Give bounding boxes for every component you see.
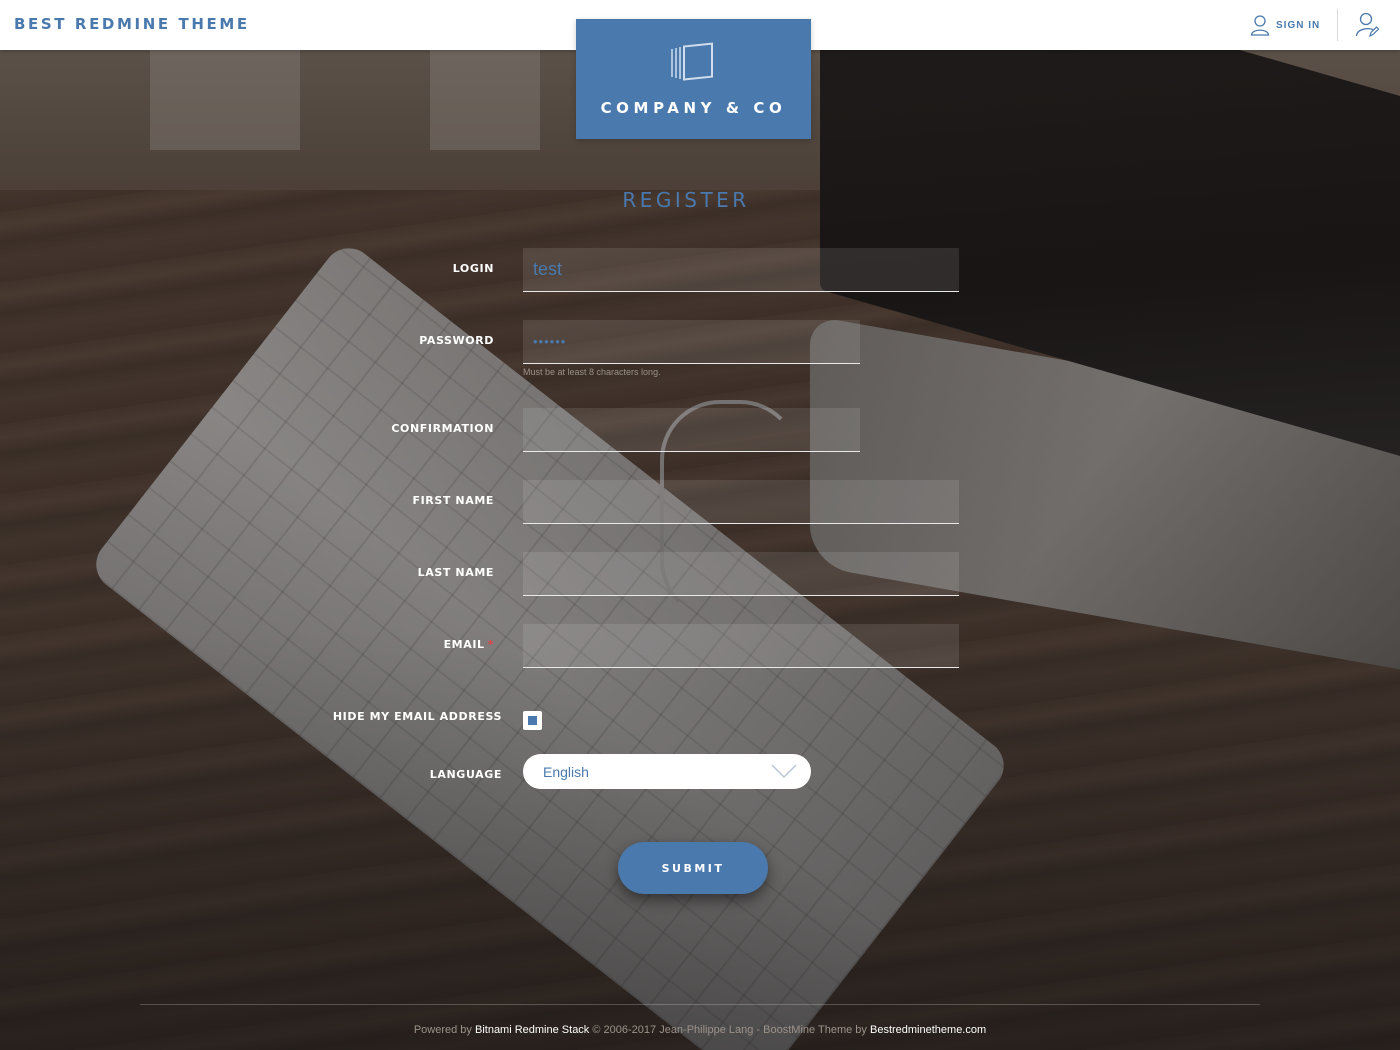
hide-email-checkbox[interactable]	[523, 711, 542, 730]
header-divider	[1337, 9, 1338, 41]
chevron-down-icon	[771, 764, 797, 779]
logo-mark-icon	[671, 42, 713, 81]
footer-theme-text: BoostMine Theme by	[763, 1024, 867, 1036]
email-input[interactable]	[523, 624, 959, 668]
language-label: LANGUAGE	[429, 768, 502, 781]
footer: Powered by Bitnami Redmine Stack © 2006-…	[0, 1024, 1400, 1036]
sign-in-link[interactable]: SIGN IN	[1250, 13, 1320, 37]
last-name-label: LAST NAME	[417, 566, 494, 579]
login-label: LOGIN	[452, 262, 494, 275]
user-edit-icon[interactable]	[1355, 12, 1379, 38]
footer-powered-by: Powered by	[413, 1024, 472, 1036]
logo-text: COMPANY & CO	[600, 99, 787, 117]
hide-email-label: HIDE MY EMAIL ADDRESS	[332, 710, 502, 723]
last-name-input[interactable]	[523, 552, 959, 596]
email-label-text: EMAIL	[443, 638, 485, 651]
confirmation-label: CONFIRMATION	[391, 422, 494, 435]
language-select-value: English	[543, 764, 589, 780]
page-title: REGISTER	[622, 188, 750, 212]
email-label: EMAIL *	[294, 638, 494, 651]
bestredminetheme-link[interactable]: Bestredminetheme.com	[870, 1024, 986, 1036]
bitnami-link[interactable]: Bitnami Redmine Stack	[475, 1024, 589, 1036]
user-icon	[1250, 15, 1270, 36]
footer-copyright: © 2006-2017 Jean-Philippe Lang	[592, 1024, 754, 1036]
submit-button[interactable]: SUBMIT	[618, 842, 768, 894]
footer-divider	[140, 1004, 1260, 1005]
login-input[interactable]	[523, 248, 959, 292]
password-input[interactable]	[523, 320, 860, 364]
footer-separator: -	[753, 1024, 764, 1036]
required-mark: *	[487, 638, 494, 651]
first-name-input[interactable]	[523, 480, 959, 524]
brand-title[interactable]: BEST REDMINE THEME	[14, 15, 250, 33]
password-label: PASSWORD	[419, 334, 494, 347]
company-logo[interactable]: COMPANY & CO	[576, 19, 811, 139]
password-hint: Must be at least 8 characters long.	[523, 367, 661, 377]
confirmation-input[interactable]	[523, 408, 860, 452]
sign-in-label: SIGN IN	[1276, 19, 1321, 31]
first-name-label: FIRST NAME	[412, 494, 494, 507]
language-select[interactable]: English	[523, 754, 811, 789]
checkbox-checked-mark	[528, 716, 537, 725]
